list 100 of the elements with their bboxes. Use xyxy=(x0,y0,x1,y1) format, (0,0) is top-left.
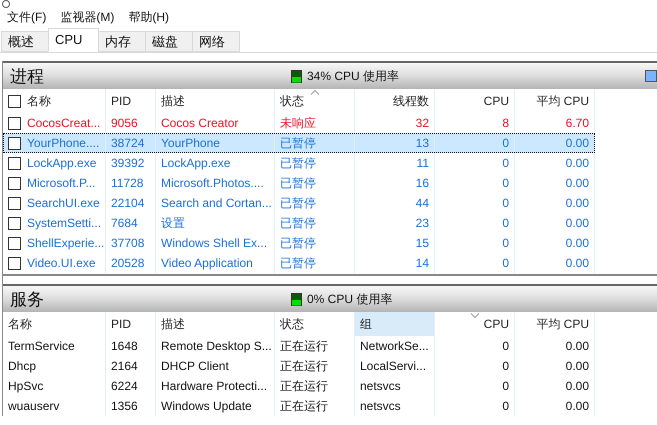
table-cell-text: 23 xyxy=(416,215,429,232)
tab[interactable]: 内存 xyxy=(98,31,146,52)
table-cell-text: DHCP Client xyxy=(161,358,229,375)
process-row[interactable]: LockApp.exe 39392 LockApp.exe 已暂停 11 0 0.00 xyxy=(3,153,595,173)
table-cell-text: 44 xyxy=(416,195,429,212)
checkbox[interactable] xyxy=(8,116,21,130)
table-cell-text: 2164 xyxy=(111,358,138,375)
service-row[interactable]: Dhcp 2164 DHCP Client 正在运行 LocalServi... 0 0.00 xyxy=(3,356,657,376)
menu-item[interactable]: 监视器(M) xyxy=(53,8,122,26)
service-row[interactable]: HpSvc 6224 Hardware Protecti... 正在运行 netsvcs 0 0.00 xyxy=(3,376,657,396)
table-cell-text: HpSvc xyxy=(8,378,44,395)
cpu-usage: 0% CPU 使用率 xyxy=(307,291,392,308)
table-cell-text: 39392 xyxy=(111,155,144,172)
checkbox[interactable] xyxy=(8,196,21,210)
table-cell-text: ShellExperie... xyxy=(27,235,104,252)
table-cell-text: Windows Update xyxy=(161,398,252,415)
checkbox[interactable] xyxy=(8,216,21,230)
process-row[interactable]: SearchUI.exe 22104 Search and Cortan... 已暂停 44 0 0.00 xyxy=(3,193,595,213)
process-row[interactable]: SystemSetti... 7684 设置 已暂停 23 0 0.00 xyxy=(3,213,595,233)
table-cell-text: netsvcs xyxy=(360,398,401,415)
column-header[interactable]: 平均 CPU xyxy=(515,89,595,113)
table-cell-text: 22104 xyxy=(111,195,144,212)
column-header[interactable]: CPU xyxy=(435,89,515,113)
service-row[interactable]: TermService 1648 Remote Desktop S... 正在运行 NetworkSe... 0 0.00 xyxy=(3,336,657,356)
process-row[interactable]: Microsoft.P... 11728 Microsoft.Photos.... 已暂停 16 0 0.00 xyxy=(3,173,595,193)
panel-title: 进程 xyxy=(10,68,44,84)
table-cell-text: 11728 xyxy=(111,175,144,192)
column-header[interactable]: PID xyxy=(106,89,156,113)
table-cell-text: 0 xyxy=(502,155,509,172)
table-cell-text: Windows Shell Ex... xyxy=(161,235,268,252)
table-cell-text: Video.UI.exe xyxy=(27,255,96,272)
table-cell-text: 已暂停 xyxy=(280,135,316,152)
column-header[interactable]: 描述 xyxy=(156,312,275,336)
table-cell-text: 6.70 xyxy=(566,115,589,132)
table-cell-text: 20528 xyxy=(111,255,144,272)
table-cell-text: 0.00 xyxy=(566,215,589,232)
panel-header[interactable]: 服务 0% CPU 使用率 xyxy=(3,284,657,312)
process-row[interactable]: YourPhone.... 38724 YourPhone 已暂停 13 0 0.00 xyxy=(3,133,595,153)
table-cell-text: 9056 xyxy=(111,115,138,132)
table-cell-text: 1356 xyxy=(111,398,138,415)
table-cell-text: 正在运行 xyxy=(280,338,328,355)
tab[interactable]: 磁盘 xyxy=(145,31,193,52)
tab[interactable]: 概述 xyxy=(1,31,49,52)
column-header[interactable]: 组 xyxy=(355,312,435,336)
service-row[interactable]: wuauserv 1356 Windows Update 正在运行 netsvcs 0 0.00 xyxy=(3,396,657,416)
table-cell-text: YourPhone.... xyxy=(27,135,100,152)
expand-toggle-icon[interactable] xyxy=(645,70,657,82)
checkbox[interactable] xyxy=(8,236,21,250)
process-row[interactable]: ShellExperie... 37708 Windows Shell Ex... 已暂停 15 0 0.00 xyxy=(3,233,595,253)
checkbox[interactable] xyxy=(8,136,21,150)
column-header[interactable]: 平均 CPU xyxy=(515,312,595,336)
table-cell-text: 已暂停 xyxy=(280,235,316,252)
checkbox[interactable] xyxy=(8,94,21,108)
table-cell-text: 13 xyxy=(416,135,429,152)
column-header[interactable]: CPU xyxy=(435,312,515,336)
table-cell-text: wuauserv xyxy=(8,398,60,415)
table-cell-text: 0.00 xyxy=(566,358,589,375)
column-header[interactable]: 线程数 xyxy=(355,89,435,113)
cpu-meter-icon xyxy=(291,70,302,82)
table-cell-text: Video Application xyxy=(161,255,253,272)
table-cell-text: 37708 xyxy=(111,235,144,252)
column-header[interactable]: 描述 xyxy=(156,89,275,113)
column-header[interactable]: PID xyxy=(106,312,156,336)
table-cell-text: 0 xyxy=(502,255,509,272)
checkbox[interactable] xyxy=(8,256,21,270)
table-cell-text: 已暂停 xyxy=(280,255,316,272)
table-cell-text: Search and Cortan... xyxy=(161,195,272,212)
table-cell-text: 6224 xyxy=(111,378,138,395)
tab[interactable]: CPU xyxy=(48,28,99,52)
checkbox[interactable] xyxy=(8,156,21,170)
table-cell-text: 已暂停 xyxy=(280,175,316,192)
table-cell-text: YourPhone xyxy=(161,135,220,152)
table-cell-text: 8 xyxy=(502,115,509,132)
table-cell-text: 0 xyxy=(502,378,509,395)
table-cell-text: 0 xyxy=(502,358,509,375)
table-cell-text: 0.00 xyxy=(566,235,589,252)
menu-item[interactable]: 帮助(H) xyxy=(121,8,176,26)
cpu-meter-icon xyxy=(291,292,302,306)
tab[interactable]: 网络 xyxy=(192,31,240,52)
checkbox[interactable] xyxy=(8,176,21,190)
table-cell-text: 已暂停 xyxy=(280,155,316,172)
column-header[interactable]: 名称 xyxy=(3,89,106,113)
table-cell-text: LockApp.exe xyxy=(161,155,230,172)
menu-item[interactable]: 文件(F) xyxy=(0,8,54,26)
table-cell-text: 0 xyxy=(502,215,509,232)
table-cell-text: 正在运行 xyxy=(280,358,328,375)
table-cell-text: 0 xyxy=(502,398,509,415)
cpu-usage: 34% CPU 使用率 xyxy=(307,68,400,85)
column-header[interactable]: 状态 xyxy=(275,89,355,113)
table-cell-text: Hardware Protecti... xyxy=(161,378,268,395)
process-row[interactable]: Video.UI.exe 20528 Video Application 已暂停 14 0 0.00 xyxy=(3,253,595,273)
table-cell-text: 未响应 xyxy=(280,115,316,132)
panel-header[interactable]: 进程 34% CPU 使用率 xyxy=(3,61,657,89)
table-cell-text: Cocos Creator xyxy=(161,115,238,132)
table-cell-text: 32 xyxy=(416,115,429,132)
table-cell-text: 0.00 xyxy=(566,338,589,355)
column-header[interactable]: 名称 xyxy=(3,312,106,336)
table-cell-text: 0.00 xyxy=(566,255,589,272)
table-cell-text: 0.00 xyxy=(566,135,589,152)
table-cell-text: 正在运行 xyxy=(280,398,328,415)
